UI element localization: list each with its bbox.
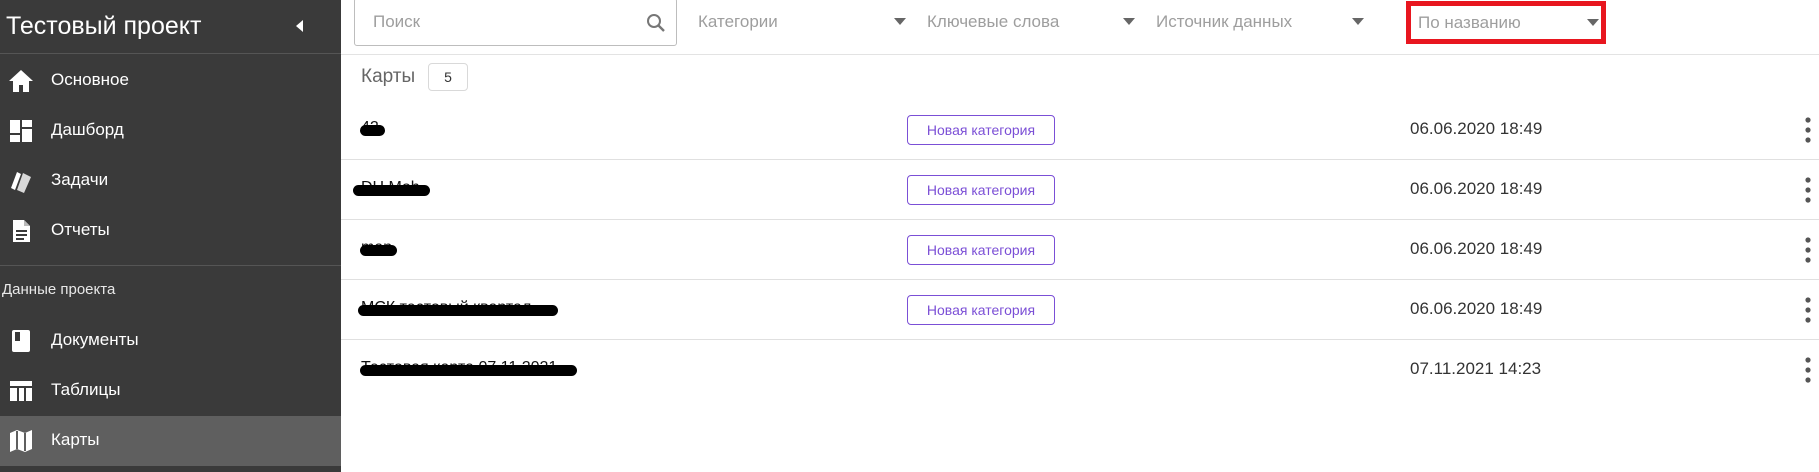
data-source-dropdown[interactable]: Источник данных — [1156, 12, 1371, 36]
category-tag[interactable]: Новая категория — [907, 175, 1055, 205]
category-tag[interactable]: Новая категория — [907, 115, 1055, 145]
data-source-label: Источник данных — [1156, 12, 1293, 31]
sidebar-section-label: Данные проекта — [2, 281, 116, 298]
more-vert-icon[interactable] — [1804, 354, 1812, 386]
report-icon — [13, 220, 30, 242]
filter-toolbar: Категории Ключевые слова Источник данных… — [341, 0, 1819, 55]
sidebar-item-documents[interactable]: Документы — [0, 316, 341, 366]
categories-label: Категории — [698, 12, 778, 31]
sidebar-item-tasks[interactable]: Задачи — [0, 156, 341, 206]
more-vert-icon[interactable] — [1804, 174, 1812, 206]
table-row[interactable]: 42 Новая категория 06.06.2020 18:49 — [341, 100, 1819, 160]
row-date: 06.06.2020 18:49 — [1410, 299, 1543, 318]
table-row[interactable]: МСК тестовый квартал Новая категория 06.… — [341, 280, 1819, 340]
sidebar-item-label: Отчеты — [51, 220, 110, 239]
row-date: 06.06.2020 18:49 — [1410, 119, 1543, 138]
sort-dropdown[interactable]: По названию — [1406, 1, 1606, 44]
collapse-icon[interactable] — [290, 16, 310, 36]
redaction-mark — [360, 245, 397, 256]
sidebar-item-reports[interactable]: Отчеты — [0, 206, 341, 256]
sidebar-item-label: Таблицы — [51, 380, 121, 399]
category-tag[interactable]: Новая категория — [907, 295, 1055, 325]
home-icon — [9, 70, 33, 92]
sidebar-item-main[interactable]: Основное — [0, 56, 341, 106]
map-icon — [10, 430, 32, 452]
search-icon[interactable] — [645, 12, 667, 34]
redaction-mark — [353, 185, 430, 196]
row-date: 06.06.2020 18:49 — [1410, 239, 1543, 258]
more-vert-icon[interactable] — [1804, 294, 1812, 326]
table-row[interactable]: map Новая категория 06.06.2020 18:49 — [341, 220, 1819, 280]
table-row[interactable]: DH Moh Новая категория 06.06.2020 18:49 — [341, 160, 1819, 220]
row-date: 07.11.2021 14:23 — [1410, 359, 1542, 378]
more-vert-icon[interactable] — [1804, 114, 1812, 146]
categories-dropdown[interactable]: Категории — [698, 12, 913, 36]
redaction-mark — [360, 125, 385, 136]
sidebar-item-dashboard[interactable]: Дашборд — [0, 106, 341, 156]
redaction-mark — [358, 305, 558, 316]
redaction-mark — [360, 365, 577, 376]
sidebar-item-label: Документы — [51, 330, 139, 349]
chevron-down-icon — [1587, 19, 1599, 26]
sidebar-item-label: Задачи — [51, 170, 109, 189]
sidebar-item-label: Дашборд — [51, 120, 124, 139]
search-input[interactable] — [373, 10, 623, 34]
more-vert-icon[interactable] — [1804, 234, 1812, 266]
sidebar-item-maps[interactable]: Карты — [0, 416, 341, 466]
sidebar-item-label: Карты — [51, 430, 100, 449]
table-row[interactable]: Тестовая карта 07.11.2021 07.11.2021 14:… — [341, 340, 1819, 400]
project-title: Тестовый проект — [6, 12, 202, 40]
chevron-down-icon — [1123, 18, 1135, 25]
chevron-down-icon — [894, 18, 906, 25]
sidebar-header: Тестовый проект — [0, 0, 341, 54]
sidebar-divider — [0, 265, 341, 266]
book-icon — [12, 330, 30, 352]
row-date: 06.06.2020 18:49 — [1410, 179, 1543, 198]
sidebar: Тестовый проект Основное Дашборд Задачи — [0, 0, 341, 472]
dashboard-icon — [10, 120, 32, 142]
sort-label: По названию — [1418, 13, 1521, 32]
page-title: Карты — [361, 66, 416, 87]
search-box — [354, 0, 677, 46]
keywords-dropdown[interactable]: Ключевые слова — [927, 12, 1142, 36]
keywords-label: Ключевые слова — [927, 12, 1060, 31]
chevron-down-icon — [1352, 18, 1364, 25]
tasks-icon — [11, 172, 31, 193]
category-tag[interactable]: Новая категория — [907, 235, 1055, 265]
table-icon — [10, 381, 32, 401]
sidebar-item-label: Основное — [51, 70, 129, 89]
count-badge: 5 — [428, 63, 468, 91]
sidebar-item-tables[interactable]: Таблицы — [0, 366, 341, 416]
